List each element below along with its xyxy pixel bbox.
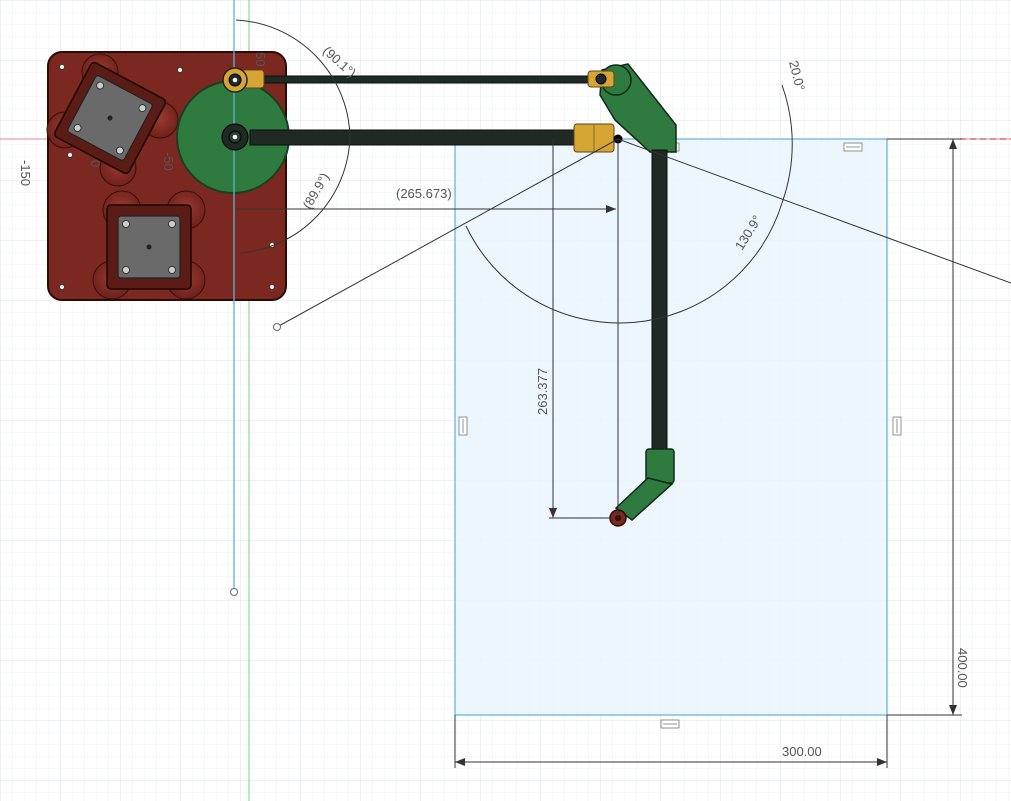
dimension-work-height[interactable]: 400.00 — [955, 648, 970, 688]
upper-rod[interactable] — [257, 75, 599, 84]
stepper-motor-lower[interactable] — [106, 204, 192, 290]
forearm-rod[interactable] — [651, 149, 668, 456]
lower-rod[interactable] — [249, 129, 581, 146]
horizontal-constraint-icon[interactable] — [660, 719, 680, 729]
work-area-rectangle[interactable] — [454, 138, 888, 716]
horizontal-constraint-icon[interactable] — [843, 142, 863, 152]
vertical-constraint-icon[interactable] — [458, 416, 468, 436]
vertical-constraint-icon[interactable] — [892, 416, 902, 436]
design-canvas[interactable]: -150 -50 0 50 (90.1°) (89.9°) (265.673) … — [0, 0, 1011, 801]
plate-axis-label-mid: -50 — [161, 152, 176, 171]
upper-shoulder-joint[interactable] — [222, 67, 265, 93]
dimension-vertical-reach[interactable]: 263.377 — [535, 368, 550, 415]
lower-shoulder-joint[interactable] — [221, 123, 249, 151]
plate-axis-label-small: 0 — [88, 160, 103, 167]
dimension-work-width[interactable]: 300.00 — [782, 744, 822, 759]
dimension-horizontal-reach[interactable]: (265.673) — [396, 186, 452, 201]
plate-axis-label-top: 50 — [253, 52, 268, 66]
construction-endpoint[interactable] — [273, 323, 281, 331]
sketch-endpoint[interactable] — [230, 588, 238, 596]
axis-label-left: -150 — [18, 160, 33, 186]
